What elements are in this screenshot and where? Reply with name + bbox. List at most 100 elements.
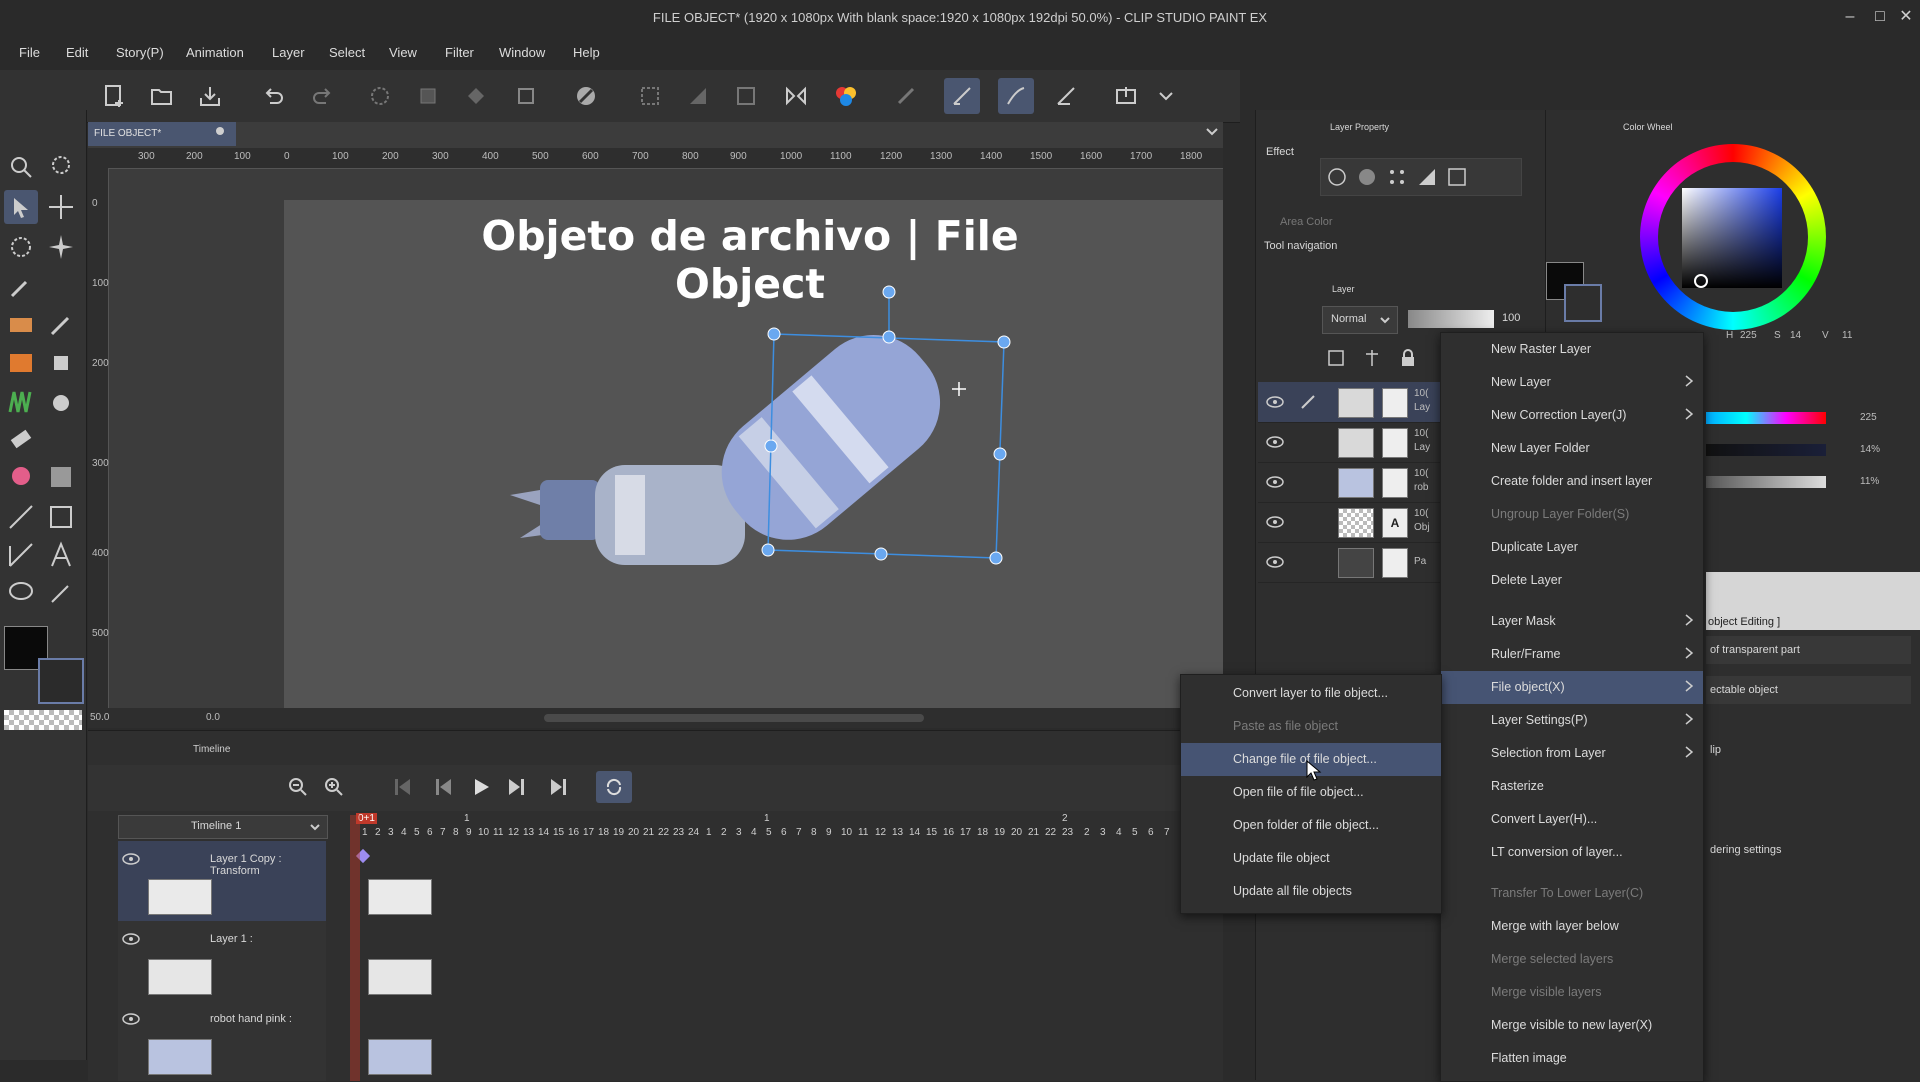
eye-icon[interactable] bbox=[1266, 436, 1284, 448]
eye-icon[interactable] bbox=[1266, 556, 1284, 568]
crop-icon[interactable] bbox=[508, 78, 544, 114]
submenu-open-folder[interactable]: Open folder of file object... bbox=[1181, 809, 1441, 842]
menu-layer-mask[interactable]: Layer Mask bbox=[1441, 605, 1703, 638]
transform-handles[interactable] bbox=[760, 280, 1020, 580]
prev-frame-icon[interactable] bbox=[434, 777, 454, 797]
menu-duplicate-layer[interactable]: Duplicate Layer bbox=[1441, 531, 1703, 564]
menu-merge-visible-new[interactable]: Merge visible to new layer(X) bbox=[1441, 1009, 1703, 1042]
rendering-settings-label[interactable]: dering settings bbox=[1710, 844, 1782, 856]
menu-new-raster-layer[interactable]: New Raster Layer bbox=[1441, 333, 1703, 366]
eraser-icon[interactable] bbox=[4, 422, 38, 456]
submenu-update-file-object[interactable]: Update file object bbox=[1181, 842, 1441, 875]
play-icon[interactable] bbox=[471, 777, 491, 797]
clear-icon[interactable] bbox=[362, 78, 398, 114]
opacity-value[interactable]: 100 bbox=[1502, 312, 1520, 324]
menu-flatten-image[interactable]: Flatten image bbox=[1441, 1042, 1703, 1075]
menu-help[interactable]: Help bbox=[573, 45, 600, 60]
submenu-paste-as-file-object[interactable]: Paste as file object bbox=[1181, 710, 1441, 743]
opacity-slider[interactable] bbox=[1408, 310, 1494, 328]
decoration-icon[interactable] bbox=[4, 384, 38, 418]
zoom-value[interactable]: 50.0 bbox=[90, 712, 109, 723]
layer-row[interactable]: 10( rob bbox=[1258, 462, 1440, 503]
cel-thumbnail[interactable] bbox=[368, 959, 432, 995]
snap-special-ruler-icon[interactable] bbox=[998, 78, 1034, 114]
submenu-update-all-file-objects[interactable]: Update all file objects bbox=[1181, 875, 1441, 908]
move-icon[interactable] bbox=[44, 190, 78, 224]
eyedropper-icon[interactable] bbox=[4, 270, 38, 304]
pen-icon[interactable] bbox=[4, 308, 38, 342]
saturation-slider[interactable] bbox=[1706, 444, 1826, 456]
maximize-icon[interactable]: □ bbox=[1866, 6, 1894, 28]
cel-thumbnail[interactable] bbox=[368, 879, 432, 915]
selection-icon[interactable] bbox=[4, 230, 38, 264]
airbrush-icon[interactable] bbox=[44, 346, 78, 380]
menu-layer[interactable]: Layer bbox=[272, 45, 305, 60]
zoom-out-icon[interactable] bbox=[288, 777, 308, 797]
eye-icon[interactable] bbox=[122, 933, 140, 945]
eye-icon[interactable] bbox=[122, 853, 140, 865]
menu-window[interactable]: Window bbox=[499, 45, 545, 60]
mosaic-icon[interactable] bbox=[1447, 167, 1467, 187]
fill-icon[interactable] bbox=[410, 78, 446, 114]
document-tab[interactable]: FILE OBJECT* bbox=[88, 122, 236, 146]
zoom-in-icon[interactable] bbox=[324, 777, 344, 797]
ruler-icon[interactable] bbox=[4, 538, 38, 572]
border-effect-icon[interactable] bbox=[1327, 167, 1347, 187]
brush-icon[interactable] bbox=[888, 78, 924, 114]
timeline-select[interactable]: Timeline 1 bbox=[118, 815, 328, 839]
menu-file[interactable]: File bbox=[19, 45, 40, 60]
lock-icon[interactable] bbox=[1398, 348, 1418, 368]
gradient-icon[interactable] bbox=[44, 460, 78, 494]
last-frame-icon[interactable] bbox=[548, 777, 568, 797]
color-icon[interactable] bbox=[828, 78, 864, 114]
effect-buttons[interactable] bbox=[1320, 158, 1522, 196]
select-clear-icon[interactable] bbox=[632, 78, 668, 114]
open-file-icon[interactable] bbox=[144, 78, 180, 114]
eye-icon[interactable] bbox=[1266, 476, 1284, 488]
layer-row[interactable]: 10( Lay bbox=[1258, 422, 1440, 463]
correct-line-icon[interactable] bbox=[44, 576, 78, 610]
horizontal-scrollbar[interactable] bbox=[544, 714, 924, 722]
menu-convert-layer[interactable]: Convert Layer(H)... bbox=[1441, 803, 1703, 836]
redo-icon[interactable] bbox=[304, 78, 340, 114]
transparent-icon[interactable] bbox=[568, 78, 604, 114]
s-value[interactable]: 14 bbox=[1790, 330, 1801, 341]
transparent-part-select[interactable]: of transparent part bbox=[1706, 636, 1911, 664]
menu-new-layer[interactable]: New Layer bbox=[1441, 366, 1703, 399]
timeline-track[interactable]: Layer 1 : bbox=[118, 921, 1148, 1001]
menu-new-layer-folder[interactable]: New Layer Folder bbox=[1441, 432, 1703, 465]
cel-thumbnail[interactable] bbox=[368, 1039, 432, 1075]
h-value[interactable]: 225 bbox=[1740, 330, 1757, 341]
value-slider-value[interactable]: 11% bbox=[1860, 476, 1879, 487]
pencil-icon[interactable] bbox=[44, 308, 78, 342]
loop-button[interactable] bbox=[596, 771, 632, 803]
v-value[interactable]: 11 bbox=[1842, 330, 1852, 341]
eye-icon[interactable] bbox=[122, 1013, 140, 1025]
export-icon[interactable] bbox=[1108, 78, 1144, 114]
undo-icon[interactable] bbox=[256, 78, 292, 114]
layer-row[interactable]: A 10( Obj bbox=[1258, 502, 1440, 543]
brush-tool-icon[interactable] bbox=[4, 346, 38, 380]
blend-mode-select[interactable]: Normal bbox=[1322, 306, 1398, 334]
saturation-value-square[interactable] bbox=[1682, 188, 1782, 288]
frame-border-icon[interactable] bbox=[44, 500, 78, 534]
menu-new-correction-layer[interactable]: New Correction Layer(J) bbox=[1441, 399, 1703, 432]
bucket-icon[interactable] bbox=[458, 78, 494, 114]
minimize-icon[interactable]: – bbox=[1836, 6, 1864, 28]
menu-merge-below[interactable]: Merge with layer below bbox=[1441, 910, 1703, 943]
menu-edit[interactable]: Edit bbox=[66, 45, 88, 60]
balloon-icon[interactable] bbox=[4, 576, 38, 610]
menu-ruler-frame[interactable]: Ruler/Frame bbox=[1441, 638, 1703, 671]
saturation-slider-value[interactable]: 14% bbox=[1860, 444, 1880, 455]
menu-create-folder-insert[interactable]: Create folder and insert layer bbox=[1441, 465, 1703, 498]
tone-icon[interactable] bbox=[1387, 167, 1407, 187]
selectable-object-select[interactable]: ectable object bbox=[1706, 676, 1911, 704]
zoom-icon[interactable] bbox=[4, 150, 38, 184]
first-frame-icon[interactable] bbox=[393, 777, 413, 797]
menu-delete-layer[interactable]: Delete Layer bbox=[1441, 564, 1703, 597]
track-header[interactable]: Layer 1 Copy : Transform bbox=[118, 841, 326, 921]
menu-file-object[interactable]: File object(X) bbox=[1441, 671, 1703, 704]
sub-color-swatch[interactable] bbox=[38, 658, 84, 704]
menu-merge-selected[interactable]: Merge selected layers bbox=[1441, 943, 1703, 976]
track-header[interactable]: robot hand pink : bbox=[118, 1001, 326, 1081]
